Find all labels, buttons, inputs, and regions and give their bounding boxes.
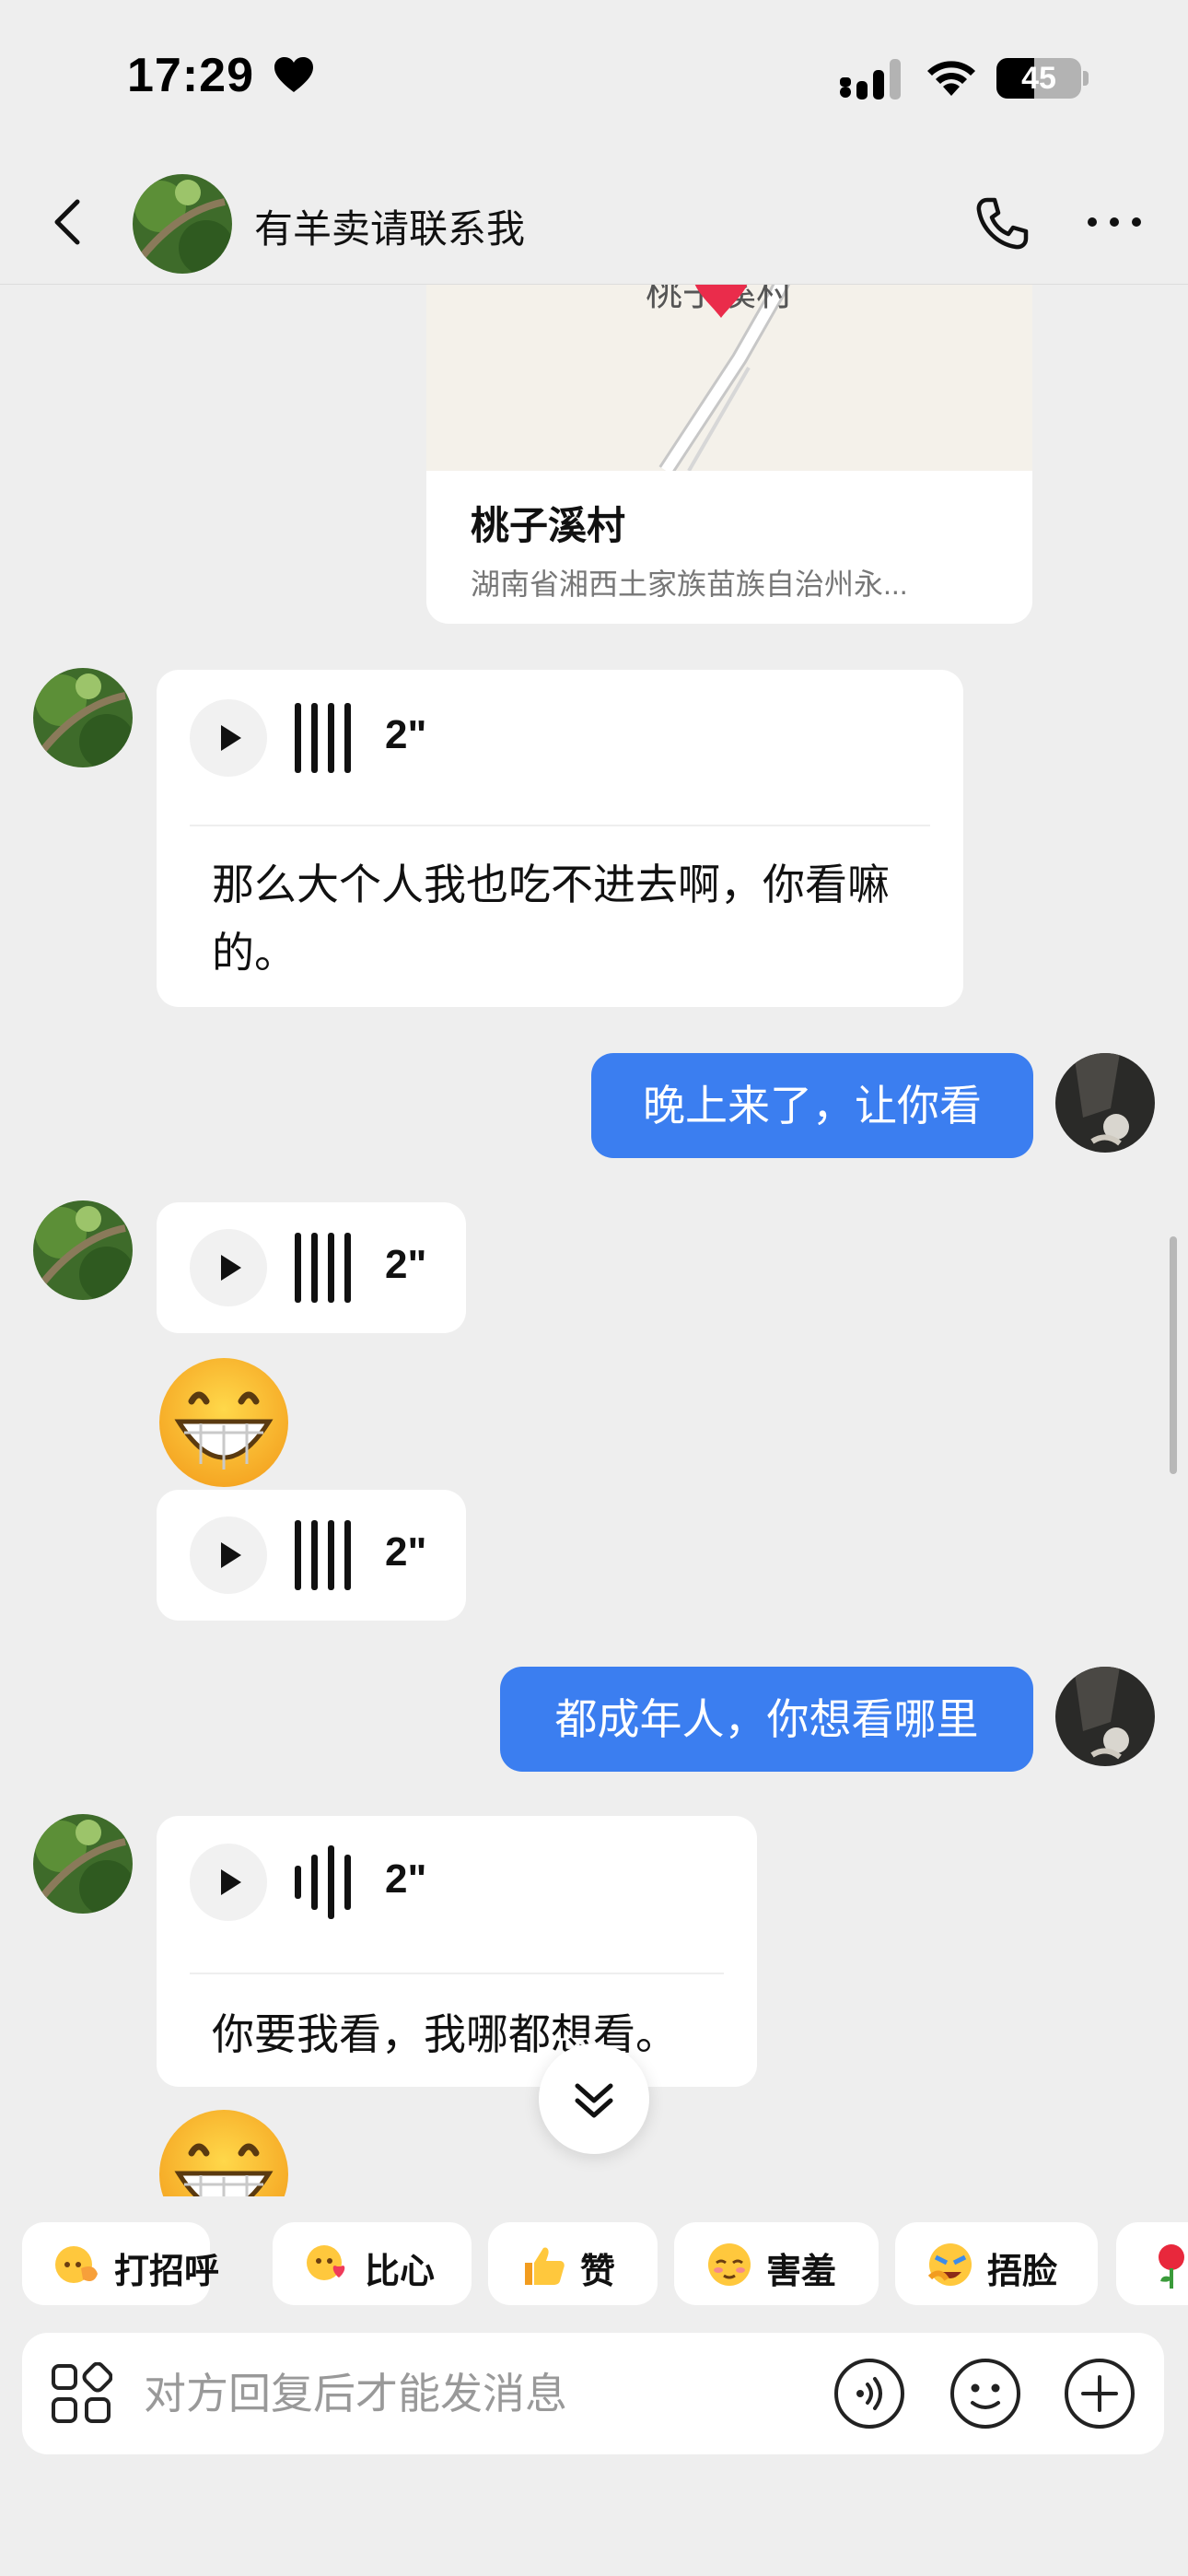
voice-duration: 2" xyxy=(385,712,427,757)
map-pin-icon xyxy=(694,285,748,318)
play-button[interactable] xyxy=(190,1844,267,1921)
battery-cap xyxy=(1083,71,1089,86)
voice-message[interactable]: 2" 你要我看，我哪都想看。 xyxy=(157,1816,757,2087)
waveform-icon xyxy=(295,1233,351,1303)
voice-input-icon[interactable] xyxy=(833,2357,906,2430)
voice-duration: 2" xyxy=(385,1529,427,1575)
signal-icon xyxy=(840,59,901,100)
wifi-icon xyxy=(927,61,975,96)
message-composer xyxy=(22,2333,1164,2454)
scrollbar[interactable] xyxy=(1170,1236,1177,1474)
my-avatar[interactable] xyxy=(1055,1667,1155,1766)
voice-transcript: 那么大个人我也吃不进去啊，你看嘛的。 xyxy=(212,861,890,977)
text-message-sent[interactable]: 晚上来了，让你看 xyxy=(591,1053,1033,1158)
divider xyxy=(190,1973,724,1974)
facepalm-icon xyxy=(927,2243,972,2286)
location-name: 桃子溪村 xyxy=(471,504,626,547)
map-preview: 桃子溪村 xyxy=(426,285,1032,471)
wave-hand-icon xyxy=(55,2246,98,2283)
more-horizontal-icon[interactable] xyxy=(1085,204,1144,240)
location-address: 湖南省湘西土家族苗族自治州永... xyxy=(471,568,908,601)
play-button[interactable] xyxy=(190,699,267,777)
play-icon xyxy=(221,1255,241,1281)
quick-reply-chip[interactable]: 比心 xyxy=(273,2222,472,2305)
voice-duration: 2" xyxy=(385,1242,427,1287)
voice-duration: 2" xyxy=(385,1856,427,1902)
quick-reply-chip[interactable]: 捂脸 xyxy=(895,2222,1098,2305)
my-avatar[interactable] xyxy=(1055,1053,1155,1153)
waveform-icon xyxy=(295,1520,351,1590)
plus-icon[interactable] xyxy=(1063,2357,1136,2430)
play-icon xyxy=(221,1869,241,1895)
quick-reply-chip[interactable]: 害羞 xyxy=(674,2222,879,2305)
chat-title: 有羊卖请联系我 xyxy=(254,207,526,251)
apps-icon[interactable] xyxy=(50,2362,112,2425)
waveform-icon xyxy=(295,703,351,773)
quick-reply-chip[interactable]: 打招呼 xyxy=(22,2222,219,2305)
finger-heart-icon xyxy=(307,2245,345,2280)
message-input[interactable] xyxy=(144,2360,825,2427)
voice-message[interactable]: 2" xyxy=(157,1490,466,1621)
thumbs-up-icon xyxy=(525,2247,565,2285)
divider xyxy=(190,825,930,826)
quick-reply-label: 比心 xyxy=(365,2253,436,2291)
contact-avatar[interactable] xyxy=(33,1814,133,1914)
play-button[interactable] xyxy=(190,1516,267,1594)
emoji-picker-icon[interactable] xyxy=(949,2357,1022,2430)
voice-message[interactable]: 2" xyxy=(157,1202,466,1333)
quick-reply-label: 赞 xyxy=(580,2253,616,2291)
scroll-to-bottom-button[interactable] xyxy=(539,2043,649,2154)
quick-reply-chip[interactable] xyxy=(1116,2222,1188,2305)
contact-avatar[interactable] xyxy=(33,1200,133,1300)
quick-reply-chip[interactable]: 赞 xyxy=(488,2222,658,2305)
double-chevron-down-icon xyxy=(575,2083,613,2118)
grinning-face-emoji[interactable] xyxy=(157,1355,291,1490)
waveform-icon xyxy=(295,1845,351,1919)
contact-avatar[interactable] xyxy=(33,668,133,767)
voice-message[interactable]: 2" 那么大个人我也吃不进去啊，你看嘛的。 xyxy=(157,670,963,1007)
battery-icon: 45 xyxy=(996,58,1081,99)
battery-percent: 45 xyxy=(1021,61,1056,96)
text-message-sent[interactable]: 都成年人，你想看哪里 xyxy=(500,1667,1033,1772)
rose-icon xyxy=(1159,2244,1184,2289)
heart-icon xyxy=(274,57,313,92)
play-icon xyxy=(221,725,241,751)
quick-reply-bar[interactable]: 打招呼 比心 赞 害羞 捂脸 xyxy=(0,2222,1188,2307)
quick-reply-label: 害羞 xyxy=(766,2253,837,2291)
contact-avatar[interactable] xyxy=(133,174,232,274)
phone-icon[interactable] xyxy=(973,194,1031,253)
chat-header: 有羊卖请联系我 xyxy=(0,161,1188,285)
shy-face-icon xyxy=(708,2243,751,2286)
message-list[interactable]: 桃子溪村 桃子溪村 湖南省湘西土家族苗族自治州永... 2" 那么大个人我也吃不… xyxy=(0,285,1188,2196)
location-card[interactable]: 桃子溪村 桃子溪村 湖南省湘西土家族苗族自治州永... xyxy=(426,285,1032,624)
status-bar: 17:29 45 xyxy=(0,0,1188,161)
voice-transcript: 你要我看，我哪都想看。 xyxy=(212,2010,678,2058)
quick-reply-label: 打招呼 xyxy=(114,2253,220,2291)
chevron-left-icon[interactable] xyxy=(42,194,98,250)
grinning-face-emoji[interactable] xyxy=(157,2107,291,2196)
quick-reply-label: 捂脸 xyxy=(987,2253,1058,2291)
status-time: 17:29 xyxy=(127,49,254,102)
play-button[interactable] xyxy=(190,1229,267,1306)
play-icon xyxy=(221,1542,241,1568)
